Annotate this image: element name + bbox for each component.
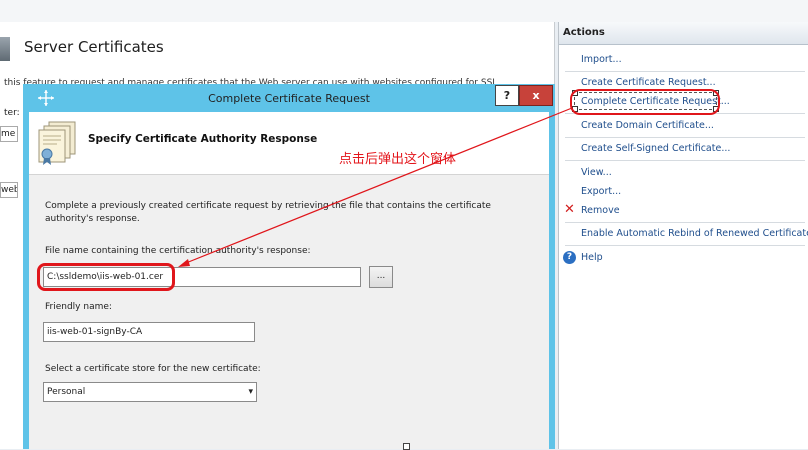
dialog-header-title: Specify Certificate Authority Response (88, 133, 318, 145)
action-create-certificate-request[interactable]: Create Certificate Request... (581, 77, 716, 88)
action-remove[interactable]: Remove (581, 205, 620, 216)
divider (565, 137, 805, 138)
file-name-label: File name containing the certification a… (45, 246, 311, 256)
certificate-icon (38, 121, 76, 165)
server-certificates-icon (0, 37, 10, 61)
list-row-web[interactable]: web (0, 182, 18, 198)
action-help[interactable]: Help (581, 252, 603, 263)
close-button[interactable]: x (519, 85, 553, 106)
filter-label: ter: (4, 108, 20, 118)
browse-button[interactable]: ... (369, 266, 393, 288)
actions-header: Actions (559, 22, 808, 45)
actions-pane: Actions Import... Create Certificate Req… (558, 22, 808, 449)
divider (565, 160, 805, 161)
divider (565, 222, 805, 223)
chevron-down-icon: ▾ (248, 387, 253, 397)
friendly-name-label: Friendly name: (45, 302, 112, 312)
action-export[interactable]: Export... (581, 186, 621, 197)
annotation-text: 点击后弹出这个窗体 (339, 152, 457, 167)
action-import[interactable]: Import... (581, 54, 622, 65)
divider (565, 71, 805, 72)
dialog-title: Complete Certificate Request (208, 92, 370, 105)
page-title: Server Certificates (24, 38, 164, 56)
friendly-name-input[interactable]: iis-web-01-signBy-CA (43, 322, 255, 342)
column-header-name[interactable]: me (0, 126, 18, 142)
certificate-store-select[interactable]: Personal ▾ (43, 382, 257, 402)
dialog-description: Complete a previously created certificat… (45, 201, 491, 224)
action-enable-automatic-rebind[interactable]: Enable Automatic Rebind of Renewed Certi… (581, 228, 808, 239)
dialog-header-area: Specify Certificate Authority Response 点… (29, 112, 549, 175)
window-top-strip (0, 0, 808, 22)
certificate-store-value: Personal (47, 387, 86, 397)
action-create-self-signed-certificate[interactable]: Create Self-Signed Certificate... (581, 143, 730, 154)
help-icon: ? (563, 251, 576, 264)
red-highlight-oval-action (570, 89, 720, 115)
dialog-title-bar[interactable]: Complete Certificate Request ? x (23, 84, 555, 112)
divider (565, 245, 805, 246)
remove-icon: ✕ (564, 202, 575, 217)
action-create-domain-certificate[interactable]: Create Domain Certificate... (581, 120, 714, 131)
red-highlight-oval-filename (37, 263, 175, 291)
action-view[interactable]: View... (581, 167, 612, 178)
certificate-store-label: Select a certificate store for the new c… (45, 364, 261, 374)
help-button[interactable]: ? (495, 85, 519, 106)
